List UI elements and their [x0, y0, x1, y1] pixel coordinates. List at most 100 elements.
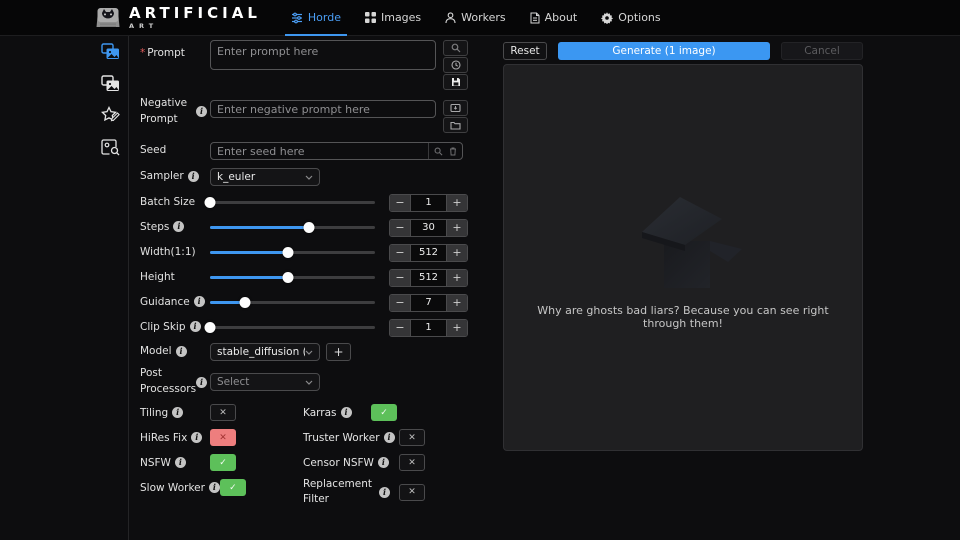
batch-size-slider[interactable] [204, 197, 375, 208]
tab-options[interactable]: Options [589, 0, 672, 35]
tab-images[interactable]: Images [353, 0, 433, 35]
batch-size-value[interactable]: 1 [410, 194, 447, 211]
slider-thumb[interactable] [282, 272, 294, 283]
decrement-button[interactable]: − [390, 194, 410, 211]
prompt-save-button[interactable] [443, 74, 468, 90]
info-icon[interactable]: i [172, 407, 184, 418]
info-icon[interactable]: i [193, 296, 205, 308]
sidebar-item-saved-images[interactable] [100, 74, 120, 92]
decrement-button[interactable]: − [390, 294, 410, 311]
info-icon[interactable]: i [187, 170, 199, 182]
decrement-button[interactable]: − [390, 319, 410, 336]
post-processors-label: Post Processors i [140, 366, 210, 398]
load-preset-button[interactable] [443, 117, 468, 133]
trash-icon[interactable] [449, 147, 457, 156]
info-icon[interactable]: i [196, 106, 207, 118]
slow-worker-toggle[interactable]: ✓ [219, 479, 246, 496]
info-icon[interactable]: i [189, 321, 201, 333]
karras-toggle[interactable]: ✓ [371, 404, 397, 421]
clip-skip-value[interactable]: 1 [410, 319, 447, 336]
width-value[interactable]: 512 [410, 244, 447, 261]
info-icon[interactable]: i [377, 457, 389, 468]
slider-thumb[interactable] [204, 322, 216, 333]
slider-thumb[interactable] [303, 222, 315, 233]
decrement-button[interactable]: − [390, 219, 410, 236]
action-bar: Reset Generate (1 image) Cancel [503, 42, 863, 60]
height-slider[interactable] [210, 272, 375, 283]
info-icon[interactable]: i [383, 432, 395, 443]
slow-worker-label: Slow Worker i [140, 482, 220, 494]
slider-thumb[interactable] [239, 297, 251, 308]
decrement-button[interactable]: − [390, 244, 410, 261]
sampler-value: k_euler [217, 171, 256, 183]
increment-button[interactable]: + [447, 219, 467, 236]
info-icon[interactable]: i [340, 407, 352, 418]
tab-label: Images [380, 11, 422, 24]
seed-input[interactable] [211, 143, 428, 159]
tab-workers[interactable]: Workers [433, 0, 517, 35]
sidebar-item-generate[interactable] [100, 42, 120, 60]
width-slider[interactable] [210, 247, 375, 258]
save-icon [451, 78, 460, 86]
info-icon[interactable]: i [175, 345, 187, 357]
reset-button[interactable]: Reset [503, 42, 547, 60]
replacement-filter-toggle[interactable]: ✕ [399, 483, 425, 501]
hires-fix-toggle[interactable]: ✕ [210, 429, 236, 446]
negative-prompt-label: Negative Prompt i [140, 96, 210, 128]
add-model-button[interactable]: + [326, 343, 351, 361]
seed-icons [428, 143, 462, 159]
post-processors-select[interactable]: Select [210, 373, 320, 391]
increment-button[interactable]: + [447, 294, 467, 311]
save-preset-button[interactable] [443, 100, 468, 116]
required-mark: * [140, 47, 146, 59]
document-icon [530, 12, 540, 23]
prompt-search-button[interactable] [443, 40, 468, 56]
increment-button[interactable]: + [447, 269, 467, 286]
sidebar-item-rate[interactable] [100, 106, 120, 124]
info-icon[interactable]: i [379, 486, 390, 498]
steps-value[interactable]: 30 [410, 219, 447, 236]
tab-about[interactable]: About [518, 0, 590, 35]
clip-skip-slider[interactable] [204, 322, 375, 333]
info-icon[interactable]: i [191, 432, 203, 443]
trusted-worker-label: Truster Worker i [303, 432, 399, 444]
generate-button[interactable]: Generate (1 image) [558, 42, 770, 60]
prompt-input[interactable] [210, 40, 436, 70]
folder-icon [450, 121, 461, 130]
batch-size-row: Batch Size − 1 + [140, 190, 468, 215]
info-icon[interactable]: i [196, 376, 207, 388]
trusted-worker-toggle[interactable]: ✕ [399, 429, 425, 446]
guidance-value[interactable]: 7 [410, 294, 447, 311]
prompt-history-button[interactable] [443, 57, 468, 73]
increment-button[interactable]: + [447, 194, 467, 211]
info-icon[interactable]: i [173, 221, 185, 233]
guidance-slider[interactable] [210, 297, 375, 308]
gear-icon [601, 11, 614, 24]
sampler-select[interactable]: k_euler [210, 168, 320, 186]
tab-horde[interactable]: Horde [279, 0, 353, 36]
steps-slider[interactable] [210, 222, 375, 233]
info-icon[interactable]: i [208, 482, 220, 493]
info-icon[interactable]: i [174, 457, 186, 468]
model-select[interactable]: stable_diffusion (7) [210, 343, 320, 361]
slider-thumb[interactable] [282, 247, 294, 258]
magnifier-icon[interactable] [434, 147, 443, 156]
nsfw-toggle[interactable]: ✓ [210, 454, 236, 471]
decrement-button[interactable]: − [390, 269, 410, 286]
prompt-row: * Prompt [140, 40, 468, 92]
sidebar-item-interrogate[interactable] [100, 138, 120, 156]
images-active-icon [100, 42, 119, 59]
censor-nsfw-toggle[interactable]: ✕ [399, 454, 425, 471]
increment-button[interactable]: + [447, 319, 467, 336]
batch-size-stepper: − 1 + [389, 193, 468, 212]
increment-button[interactable]: + [447, 244, 467, 261]
image-search-icon [100, 138, 119, 155]
slider-thumb[interactable] [204, 197, 216, 208]
height-value[interactable]: 512 [410, 269, 447, 286]
slider-track [210, 326, 375, 329]
tiling-toggle[interactable]: ✕ [210, 404, 236, 421]
tiling-label: Tiling i [140, 407, 210, 419]
negative-prompt-input[interactable] [210, 100, 436, 118]
sampler-label: Sampler i [140, 169, 210, 185]
steps-label: Steps i [140, 220, 210, 236]
